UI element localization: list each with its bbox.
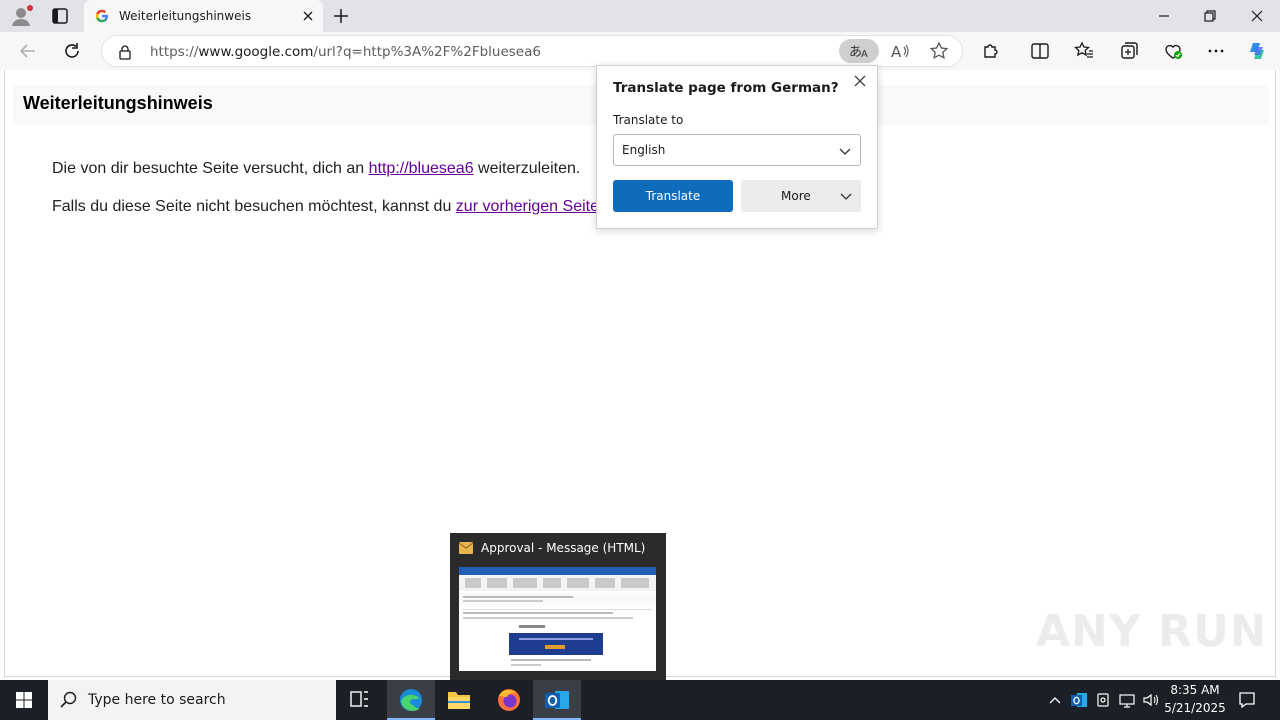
url-path: /url?q=http%3A%2F%2Fbluesea6 — [313, 44, 541, 60]
clock-date[interactable]: 5/21/2025 — [1162, 701, 1228, 715]
windows-start-icon[interactable] — [0, 680, 48, 720]
refresh-icon[interactable] — [61, 40, 83, 62]
address-bar[interactable]: https://www.google.com/url?q=http%3A%2F%… — [101, 35, 963, 67]
redirect-text-end: weiterzuleiten. — [473, 160, 581, 177]
file-explorer-icon[interactable] — [435, 680, 483, 720]
translate-popup-title: Translate page from German? — [613, 80, 839, 96]
volume-icon[interactable] — [1142, 690, 1160, 710]
anyrun-watermark: ANY RUN — [1036, 606, 1268, 657]
device-tray-icon[interactable] — [1094, 690, 1112, 710]
redirect-text-start: Die von dir besuchte Seite versucht, dic… — [52, 160, 369, 177]
translate-page-icon[interactable]: あA — [839, 39, 879, 63]
windows-taskbar: Type here to search 8:35 AM 5/21/2025 — [0, 680, 1280, 720]
translate-button[interactable]: Translate — [613, 180, 733, 212]
tab-actions-icon[interactable] — [50, 6, 70, 26]
more-button-label: More — [781, 189, 811, 203]
outlook-tray-icon[interactable] — [1070, 690, 1088, 710]
edge-taskbar-icon[interactable] — [387, 680, 435, 720]
restore-icon[interactable] — [1200, 6, 1220, 26]
taskbar-search-box[interactable]: Type here to search — [48, 680, 336, 720]
show-hidden-icons-chevron-up-icon[interactable] — [1046, 690, 1064, 710]
new-tab-icon[interactable] — [331, 6, 351, 26]
search-placeholder: Type here to search — [88, 692, 226, 708]
page-title: Weiterleitungshinweis — [23, 93, 213, 113]
copilot-icon[interactable] — [1246, 40, 1268, 62]
go-back-notice-line: Falls du diese Seite nicht besuchen möch… — [52, 198, 620, 216]
lock-icon[interactable] — [118, 44, 132, 60]
outlook-window-thumbnail[interactable]: Approval - Message (HTML) — [450, 533, 666, 680]
back-arrow-icon[interactable] — [17, 40, 39, 62]
chevron-down-icon — [839, 189, 853, 203]
tab-close-icon[interactable] — [301, 9, 315, 23]
target-language-select[interactable]: English — [613, 134, 861, 166]
redirect-target-link[interactable]: http://bluesea6 — [369, 160, 474, 177]
more-options-icon[interactable] — [1205, 40, 1227, 62]
notifications-icon[interactable] — [1237, 690, 1257, 710]
google-favicon-icon — [95, 9, 109, 23]
search-icon — [60, 691, 78, 709]
url-scheme: https:// — [150, 44, 199, 60]
profile-avatar-icon[interactable] — [10, 5, 34, 27]
redirect-notice-line: Die von dir besuchte Seite versucht, dic… — [52, 160, 580, 178]
translate-to-label: Translate to — [613, 113, 684, 127]
firefox-icon[interactable] — [485, 680, 533, 720]
task-view-icon[interactable] — [336, 680, 384, 720]
selected-language: English — [622, 143, 666, 157]
browser-essentials-icon[interactable] — [1162, 40, 1184, 62]
chevron-down-icon — [838, 144, 852, 158]
collections-icon[interactable] — [1118, 40, 1140, 62]
svg-text:A: A — [861, 49, 868, 60]
go-back-text: Falls du diese Seite nicht besuchen möch… — [52, 198, 456, 215]
split-screen-icon[interactable] — [1029, 40, 1051, 62]
svg-text:A: A — [891, 43, 902, 61]
url-text[interactable]: https://www.google.com/url?q=http%3A%2F%… — [150, 44, 541, 60]
thumbnail-title: Approval - Message (HTML) — [481, 541, 646, 555]
clock-time[interactable]: 8:35 AM — [1168, 683, 1222, 697]
more-button[interactable]: More — [741, 180, 861, 212]
close-window-icon[interactable] — [1247, 6, 1267, 26]
favorites-icon[interactable] — [1073, 40, 1095, 62]
envelope-icon — [459, 542, 473, 554]
network-icon[interactable] — [1118, 690, 1136, 710]
close-icon[interactable] — [853, 74, 867, 88]
translate-popup: Translate page from German? Translate to… — [596, 65, 878, 229]
thumbnail-preview-image — [459, 567, 656, 671]
active-tab[interactable]: Weiterleitungshinweis — [84, 0, 323, 32]
minimize-icon[interactable] — [1154, 6, 1174, 26]
read-aloud-icon[interactable]: A — [890, 41, 910, 61]
tab-title: Weiterleitungshinweis — [119, 9, 252, 23]
outlook-taskbar-icon[interactable] — [533, 680, 581, 720]
tab-bar: Weiterleitungshinweis — [0, 0, 1280, 32]
url-host: www.google.com — [198, 44, 314, 60]
extensions-icon[interactable] — [980, 40, 1002, 62]
favorite-star-icon[interactable] — [929, 41, 949, 61]
